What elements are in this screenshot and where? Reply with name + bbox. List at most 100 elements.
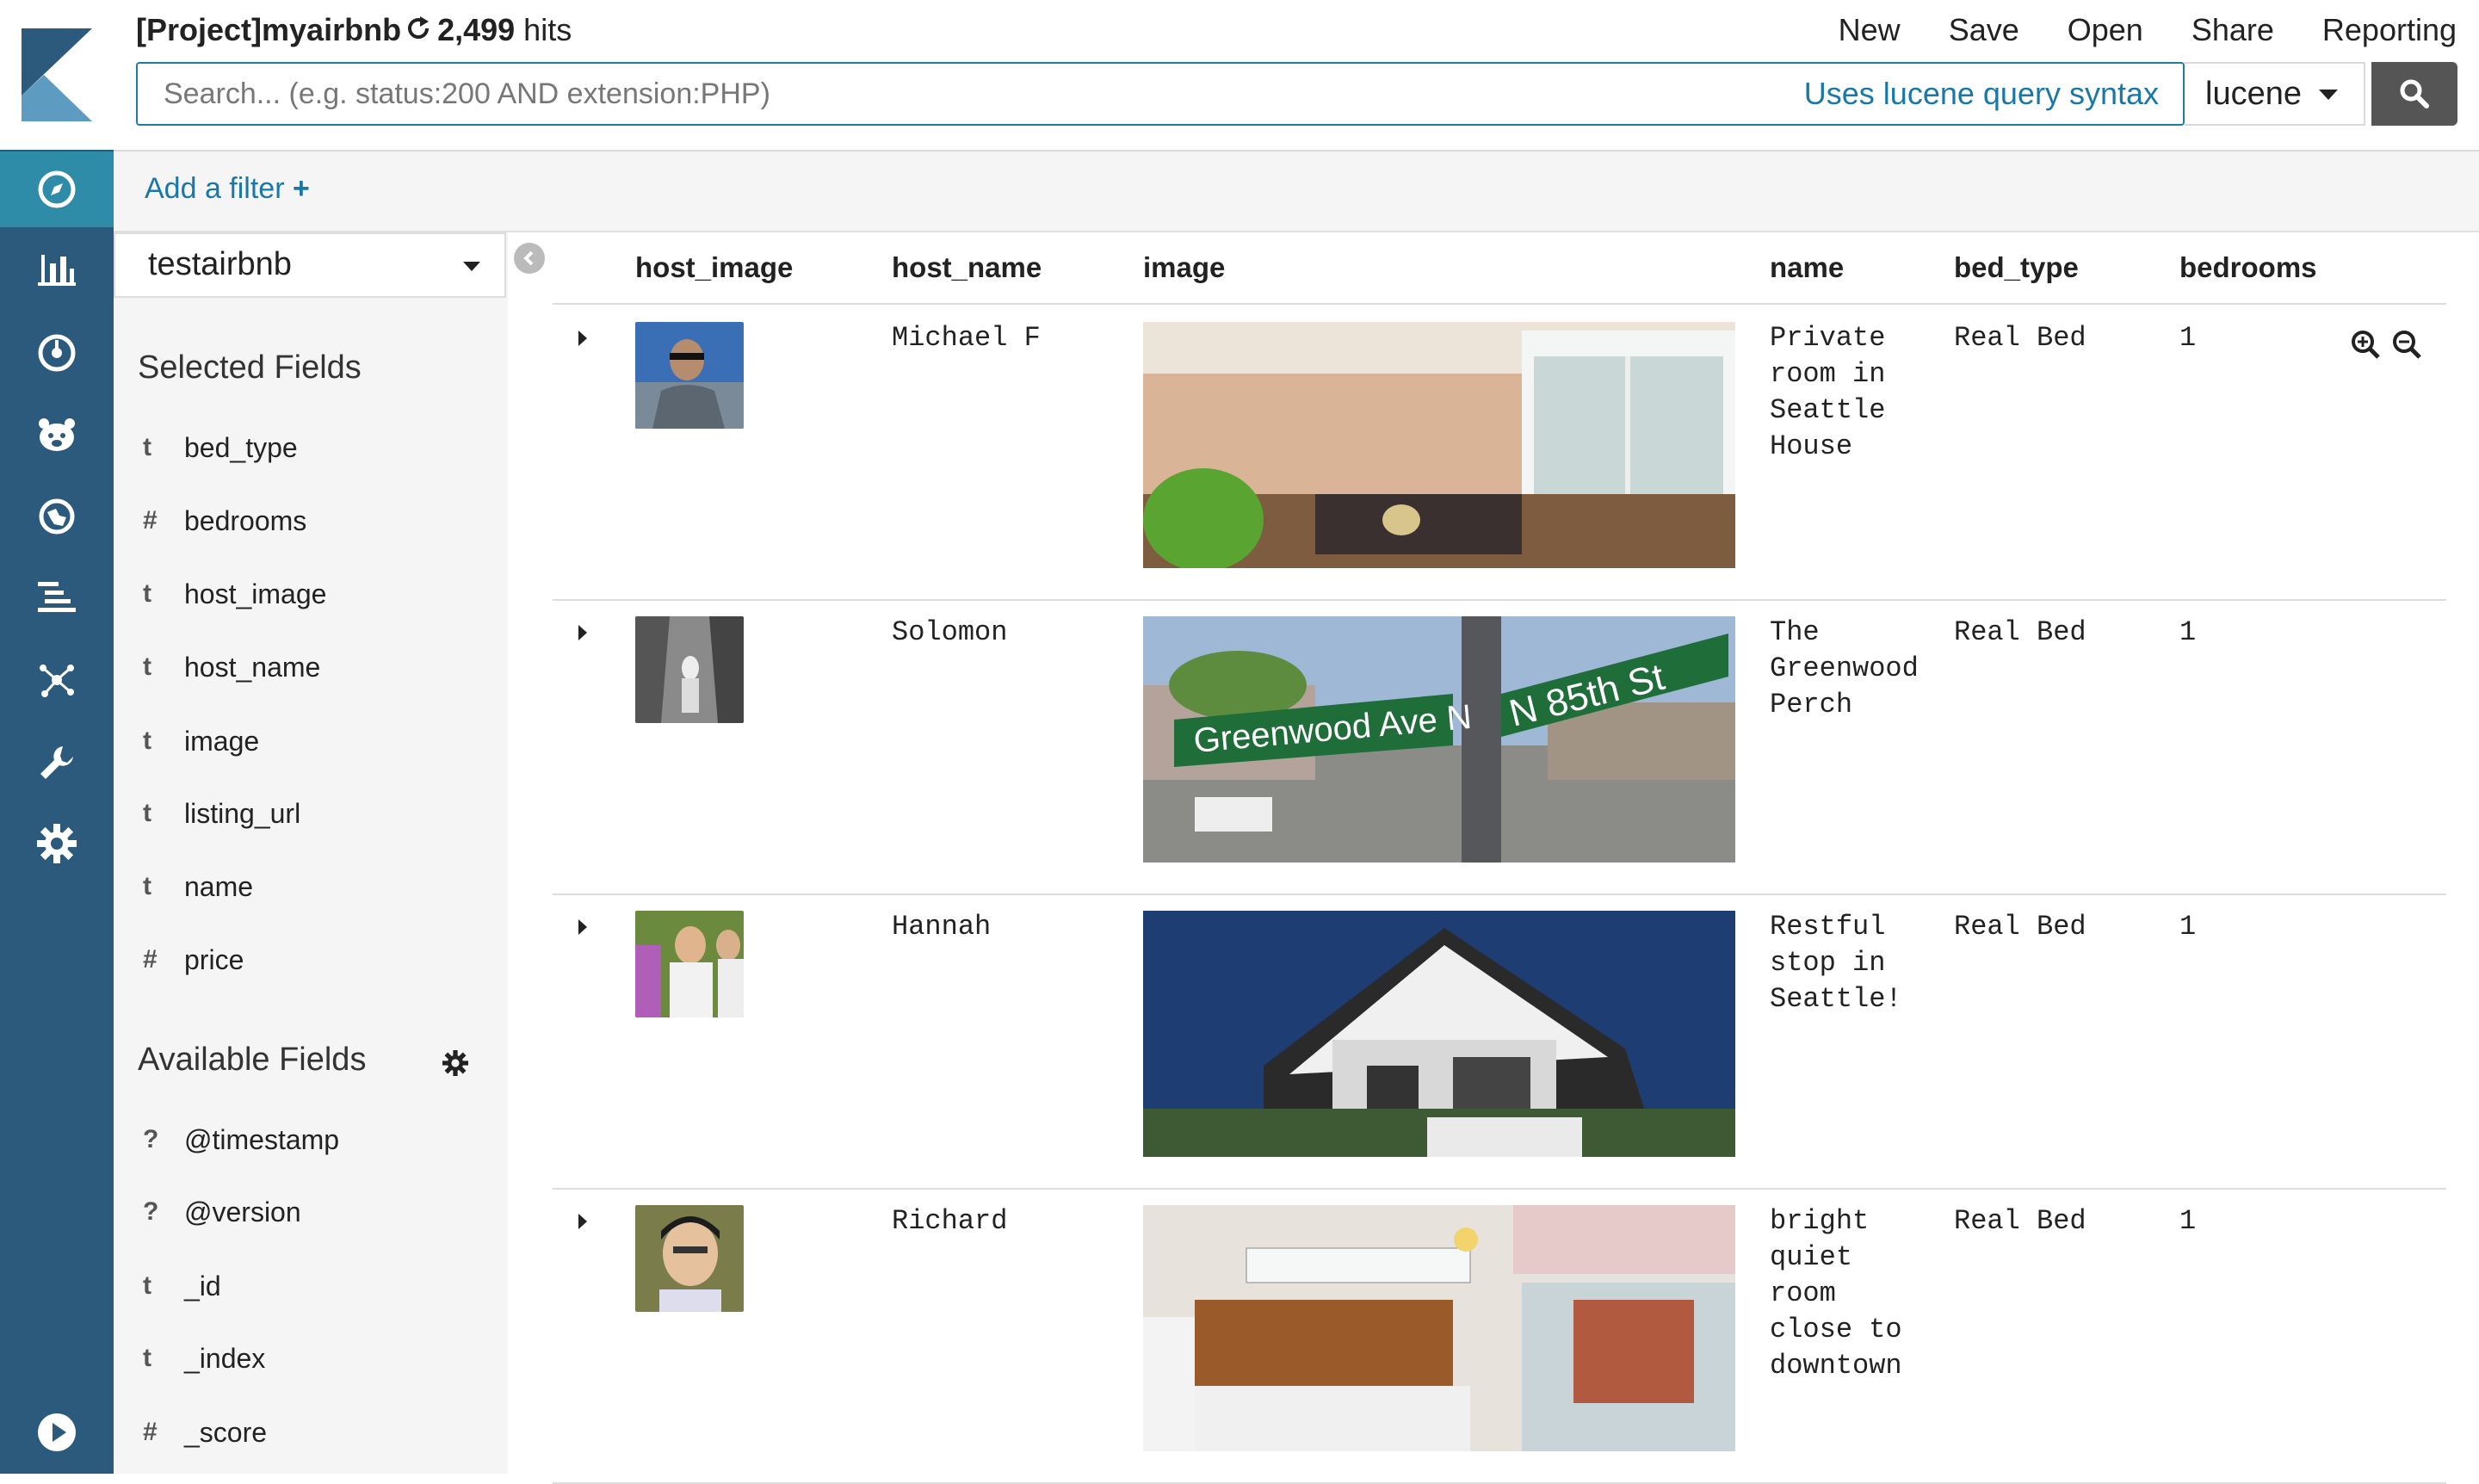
name-line: Greenwood [1770,652,1919,684]
field-item[interactable]: ? @version [138,1186,301,1238]
field-item[interactable]: t bed_type [138,422,298,473]
field-item[interactable]: ? @timestamp [138,1114,339,1166]
host-name: Hannah [892,911,992,943]
field-item[interactable]: # bedrooms [138,495,306,547]
column-header[interactable]: bed_type [1954,251,2079,284]
field-type: t [143,872,151,900]
discover-icon[interactable] [0,151,114,227]
add-filter-button[interactable]: Add a filter + [145,172,310,206]
hits-label: hits [523,12,572,47]
column-header[interactable]: bedrooms [2179,251,2317,284]
name-line: Seattle! [1770,983,1902,1015]
listing-photo: Greenwood Ave NN 85th St [1143,616,1735,863]
visualize-icon[interactable] [0,231,114,306]
graph-icon[interactable] [0,642,114,718]
play-icon[interactable] [0,1394,114,1470]
host-name: Solomon [892,616,1008,648]
query-syntax-link[interactable]: Uses lucene query syntax [1804,76,2159,112]
field-name: listing_url [184,797,301,829]
listing-photo [1143,322,1735,568]
search-input[interactable] [138,64,1739,124]
field-type: # [143,506,158,535]
table-header: host_image host_name image name bed_type… [553,232,2446,305]
field-item[interactable]: t host_image [138,568,326,620]
column-header[interactable]: host_name [892,251,1042,284]
collapse-sidebar-button[interactable] [514,243,545,274]
expand-row-icon[interactable] [578,331,587,346]
logs-icon[interactable] [0,560,114,635]
expand-row-icon[interactable] [578,1214,587,1229]
name-line: Seattle [1770,394,1886,426]
table-row: Richard bright quiet room close to downt… [553,1188,2446,1484]
kibana-logo[interactable] [0,0,114,150]
expand-row-icon[interactable] [578,919,587,935]
field-name: bedrooms [184,504,307,536]
field-item[interactable]: t image [138,715,259,767]
query-language-value: lucene [2205,75,2302,112]
field-name: _score [184,1416,268,1448]
page-title: [Project]myairbnb 2,499 hits [136,12,572,50]
listing-photo [1143,1205,1735,1451]
open-button[interactable]: Open [2068,12,2143,48]
host-avatar [635,322,744,429]
management-icon[interactable] [0,806,114,881]
expand-row-icon[interactable] [578,625,587,640]
field-name: host_image [184,578,327,609]
name-line: The [1770,616,1820,648]
column-header[interactable]: host_image [635,251,793,284]
project-title: [Project]myairbnb [136,12,402,47]
column-header[interactable]: name [1770,251,1844,284]
field-item[interactable]: t listing_url [138,788,300,839]
index-pattern-value: testairbnb [148,246,292,282]
gear-icon[interactable] [442,1050,468,1080]
field-sidebar: testairbnb Selected Fields t bed_type # be… [114,232,508,1474]
bed-type: Real Bed [1954,322,2086,354]
bed-type: Real Bed [1954,1205,2086,1237]
field-item[interactable]: # price [138,934,244,986]
field-name: image [184,725,260,757]
top-bar: [Project]myairbnb 2,499 hits New Save Ope… [114,0,2479,151]
column-header[interactable]: image [1143,251,1225,284]
canvas-icon[interactable] [0,398,114,473]
field-name: host_name [184,651,321,683]
chevron-down-icon [463,262,480,271]
field-name: price [184,943,244,975]
add-filter-label: Add a filter [145,172,285,205]
index-pattern-select[interactable]: testairbnb [114,232,506,298]
field-type: t [143,433,151,461]
maps-icon[interactable] [0,479,114,554]
name-line: close to [1770,1314,1902,1345]
name-line: room in [1770,358,1886,390]
field-item[interactable]: t _id [138,1260,221,1312]
host-avatar [635,911,744,1017]
field-item[interactable]: # _score [138,1407,267,1458]
field-type: t [143,1344,151,1372]
bedrooms-value: 1 [2179,322,2197,354]
filter-bar: Add a filter + [114,151,2479,232]
refresh-icon[interactable] [405,14,432,50]
table-row: Hannah Restful stop in Seattle! Real Bed… [553,893,2446,1190]
name-line: House [1770,430,1853,462]
query-language-select[interactable]: lucene [2185,62,2365,126]
share-button[interactable]: Share [2192,12,2274,48]
field-item[interactable]: t host_name [138,641,320,693]
selected-fields-title: Selected Fields [138,349,362,386]
listing-name: bright quiet room close to downtown [1770,1203,1902,1384]
available-fields-title: Available Fields [138,1042,367,1078]
dashboard-icon[interactable] [0,315,114,391]
zoom-in-icon[interactable] [2350,329,2381,364]
field-type: t [143,579,151,608]
new-button[interactable]: New [1839,12,1901,48]
save-button[interactable]: Save [1949,12,2019,48]
field-type: # [143,1418,158,1446]
search-button[interactable] [2371,62,2457,126]
field-item[interactable]: t name [138,861,253,912]
reporting-button[interactable]: Reporting [2322,12,2457,48]
table-row: Solomon Greenwood Ave NN 85th St The Gre… [553,599,2446,895]
name-line: quiet [1770,1241,1853,1273]
devtools-icon[interactable] [0,725,114,801]
bed-type: Real Bed [1954,911,2086,943]
field-name: name [184,870,254,902]
zoom-out-icon[interactable] [2391,329,2422,364]
field-item[interactable]: t _index [138,1333,265,1384]
